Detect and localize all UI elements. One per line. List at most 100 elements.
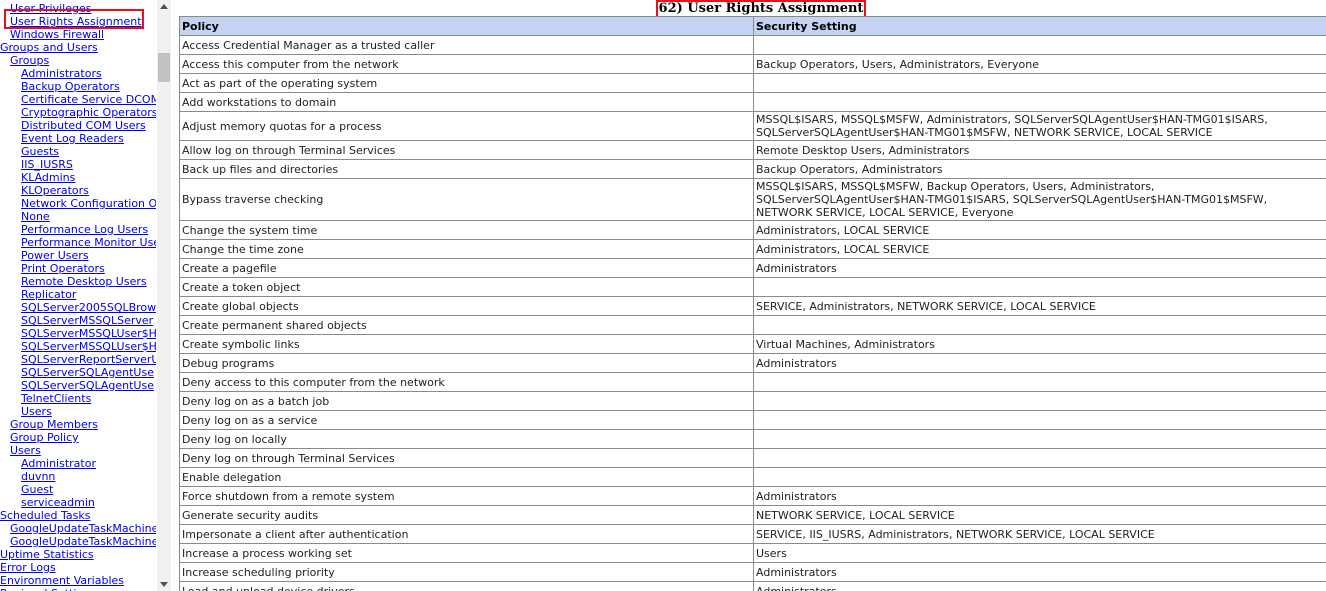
nav-link[interactable]: Group Policy: [10, 431, 156, 444]
policy-cell: Access Credential Manager as a trusted c…: [179, 35, 754, 55]
security-setting-cell: Virtual Machines, Administrators: [753, 334, 1326, 354]
nav-link[interactable]: SQLServerSQLAgentUse: [21, 379, 156, 392]
nav-link[interactable]: Performance Monitor Use: [21, 236, 156, 249]
table-row: Change the time zone Administrators, LOCA…: [179, 239, 1326, 259]
nav-link[interactable]: SQLServerMSSQLServer: [21, 314, 156, 327]
nav-link[interactable]: GoogleUpdateTaskMachine: [10, 522, 156, 535]
security-setting-line: Virtual Machines, Administrators: [756, 337, 935, 351]
security-setting-line: Remote Desktop Users, Administrators: [756, 143, 970, 157]
policy-cell: Change the time zone: [179, 239, 754, 259]
security-setting-line: Administrators, LOCAL SERVICE: [756, 242, 930, 256]
nav-link[interactable]: SQLServerMSSQLUser$H: [21, 340, 156, 353]
nav-link[interactable]: SQLServerReportServerU: [21, 353, 156, 366]
nav-link[interactable]: Print Operators: [21, 262, 156, 275]
policy-cell: Act as part of the operating system: [179, 73, 754, 93]
policy-cell: Increase scheduling priority: [179, 562, 754, 582]
nav-link[interactable]: duvnn: [21, 470, 156, 483]
nav-link[interactable]: SQLServerMSSQLUser$H: [21, 327, 156, 340]
security-setting-line: Users: [756, 546, 787, 560]
table-row: Create a token object: [179, 277, 1326, 297]
nav-link[interactable]: Users: [21, 405, 156, 418]
nav-link[interactable]: Regional Settings: [0, 587, 156, 591]
security-setting-cell: [753, 448, 1326, 468]
nav-link[interactable]: Environment Variables: [0, 574, 156, 587]
nav-link[interactable]: SQLServer2005SQLBrow: [21, 301, 156, 314]
policy-cell: Access this computer from the network: [179, 54, 754, 74]
security-setting-line: Administrators: [756, 489, 837, 503]
policy-cell: Create a token object: [179, 277, 754, 297]
security-setting-cell: [753, 35, 1326, 55]
nav-link[interactable]: Groups: [10, 54, 156, 67]
nav-link[interactable]: Users: [10, 444, 156, 457]
scrollbar-thumb[interactable]: [158, 53, 170, 82]
navigation-scrollbar[interactable]: [157, 0, 171, 591]
security-setting-cell: Administrators: [753, 258, 1326, 278]
nav-link[interactable]: Replicator: [21, 288, 156, 301]
nav-link[interactable]: Group Members: [10, 418, 156, 431]
policy-cell: Deny log on through Terminal Services: [179, 448, 754, 468]
table-row: Force shutdown from a remote system Admin…: [179, 486, 1326, 506]
nav-link[interactable]: Administrator: [21, 457, 156, 470]
policy-cell: Add workstations to domain: [179, 92, 754, 112]
nav-link[interactable]: IIS_IUSRS: [21, 158, 156, 171]
nav-link[interactable]: Remote Desktop Users: [21, 275, 156, 288]
security-setting-line: Administrators: [756, 261, 837, 275]
nav-link[interactable]: None: [21, 210, 156, 223]
security-setting-line: NETWORK SERVICE, LOCAL SERVICE: [756, 508, 955, 522]
security-setting-cell: MSSQL$ISARS, MSSQL$MSFW, Backup Operator…: [753, 178, 1326, 221]
security-setting-cell: Administrators: [753, 486, 1326, 506]
security-setting-line: SERVICE, Administrators, NETWORK SERVICE…: [756, 299, 1096, 313]
nav-link[interactable]: GoogleUpdateTaskMachine: [10, 535, 156, 548]
security-setting-cell: MSSQL$ISARS, MSSQL$MSFW, Administrators,…: [753, 111, 1326, 141]
nav-link[interactable]: Backup Operators: [21, 80, 156, 93]
security-setting-cell: Administrators, LOCAL SERVICE: [753, 220, 1326, 240]
table-row: Enable delegation: [179, 467, 1326, 487]
table-row: Back up files and directories Backup Oper…: [179, 159, 1326, 179]
policy-cell: Debug programs: [179, 353, 754, 373]
policy-cell: Deny access to this computer from the ne…: [179, 372, 754, 392]
nav-link[interactable]: Guests: [21, 145, 156, 158]
nav-link[interactable]: KLAdmins: [21, 171, 156, 184]
table-row: Load and unload device drivers Administra…: [179, 581, 1326, 591]
policy-cell: Allow log on through Terminal Services: [179, 140, 754, 160]
nav-link[interactable]: Groups and Users: [0, 41, 156, 54]
nav-link[interactable]: Performance Log Users: [21, 223, 156, 236]
nav-link[interactable]: Administrators: [21, 67, 156, 80]
nav-link[interactable]: KLOperators: [21, 184, 156, 197]
policy-cell: Adjust memory quotas for a process: [179, 111, 754, 141]
nav-link[interactable]: Event Log Readers: [21, 132, 156, 145]
security-setting-cell: [753, 410, 1326, 430]
nav-link[interactable]: Cryptographic Operators: [21, 106, 156, 119]
nav-link[interactable]: Distributed COM Users: [21, 119, 156, 132]
table-row: Deny log on as a service: [179, 410, 1326, 430]
nav-link[interactable]: Error Logs: [0, 561, 156, 574]
table-row: Generate security audits NETWORK SERVICE,…: [179, 505, 1326, 525]
nav-link[interactable]: SQLServerSQLAgentUse: [21, 366, 156, 379]
policy-cell: Deny log on as a batch job: [179, 391, 754, 411]
table-row: Change the system time Administrators, LO…: [179, 220, 1326, 240]
nav-link[interactable]: Power Users: [21, 249, 156, 262]
policy-cell: Force shutdown from a remote system: [179, 486, 754, 506]
security-setting-cell: Backup Operators, Administrators: [753, 159, 1326, 179]
nav-link[interactable]: Guest: [21, 483, 156, 496]
security-setting-cell: [753, 467, 1326, 487]
table-row: Allow log on through Terminal Services Re…: [179, 140, 1326, 160]
security-setting-line: NETWORK SERVICE, LOCAL SERVICE, Everyone: [756, 206, 1014, 219]
table-row: Access Credential Manager as a trusted c…: [179, 35, 1326, 55]
nav-link[interactable]: Windows Firewall: [10, 28, 156, 41]
security-setting-line: SERVICE, IIS_IUSRS, Administrators, NETW…: [756, 527, 1155, 541]
security-setting-cell: [753, 92, 1326, 112]
security-setting-line: Administrators: [756, 584, 837, 591]
nav-link[interactable]: serviceadmin: [21, 496, 156, 509]
nav-link[interactable]: Scheduled Tasks: [0, 509, 156, 522]
scroll-up-arrow-icon[interactable]: [160, 4, 168, 9]
selected-item-highlight: [4, 9, 144, 29]
scroll-down-arrow-icon[interactable]: [160, 582, 168, 587]
table-row: Create permanent shared objects: [179, 315, 1326, 335]
nav-link[interactable]: Certificate Service DCOM: [21, 93, 156, 106]
nav-link[interactable]: Uptime Statistics: [0, 548, 156, 561]
table-row: Deny log on as a batch job: [179, 391, 1326, 411]
table-row: Debug programs Administrators: [179, 353, 1326, 373]
nav-link[interactable]: Network Configuration O: [21, 197, 156, 210]
nav-link[interactable]: TelnetClients: [21, 392, 156, 405]
